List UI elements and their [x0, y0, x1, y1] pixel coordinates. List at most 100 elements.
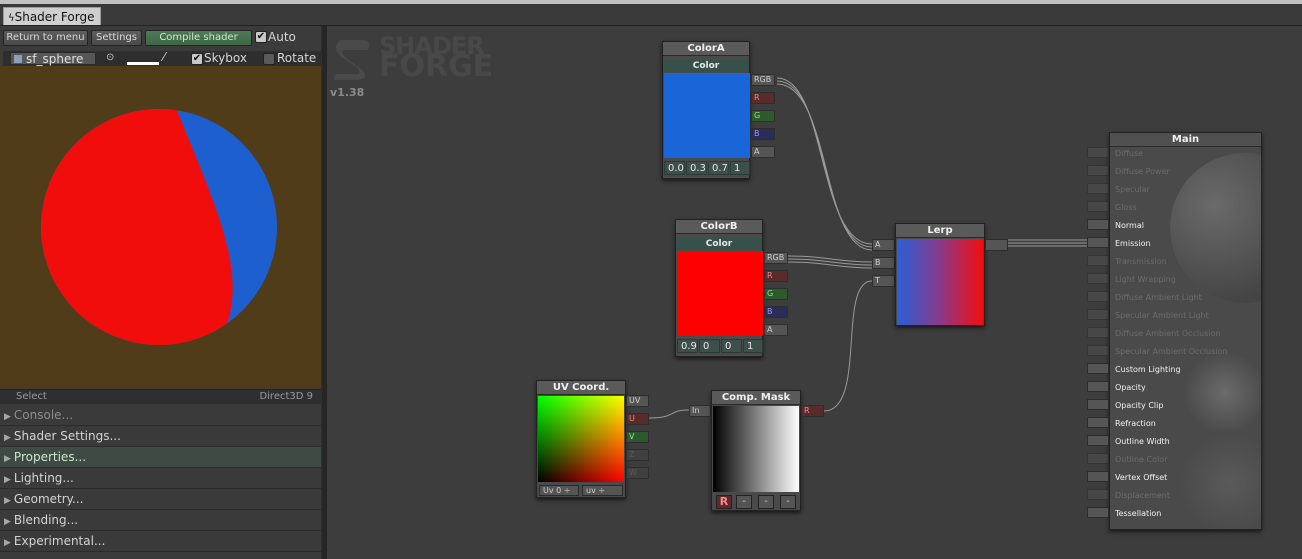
port-lerp-t[interactable]: T: [872, 275, 895, 287]
expand-triangle-icon: ▶: [4, 475, 11, 485]
main-input-port[interactable]: [1087, 309, 1109, 320]
port-r[interactable]: R: [764, 270, 788, 282]
main-input-port[interactable]: [1087, 381, 1109, 392]
section-lighting[interactable]: ▶ Lighting...: [0, 468, 321, 489]
port-a[interactable]: A: [751, 146, 775, 158]
section-label: Lighting...: [13, 471, 74, 485]
port-b[interactable]: B: [751, 128, 775, 140]
node-title: UV Coord.: [537, 381, 625, 395]
port-mask-out[interactable]: R: [801, 405, 824, 417]
value-b[interactable]: 0: [721, 339, 742, 353]
skybox-checkbox[interactable]: ✔: [191, 53, 203, 65]
main-input-port[interactable]: [1087, 345, 1109, 356]
return-to-menu-button[interactable]: Return to menu: [3, 30, 88, 46]
color-swatch[interactable]: [677, 251, 763, 336]
uv-mode-select[interactable]: uv ÷: [582, 485, 623, 496]
node-type-label: Color: [663, 60, 749, 72]
mesh-selector[interactable]: sf_sphere: [10, 52, 96, 66]
node-title[interactable]: ColorB: [676, 220, 762, 234]
main-input-label: Custom Lighting: [1115, 365, 1181, 374]
main-input-port[interactable]: [1087, 183, 1109, 194]
main-input-port[interactable]: [1087, 453, 1109, 464]
channel-b-button[interactable]: -: [758, 495, 774, 509]
port-r[interactable]: R: [751, 92, 775, 104]
main-input-port[interactable]: [1087, 291, 1109, 302]
value-r[interactable]: 0.9: [677, 339, 698, 353]
port-a[interactable]: A: [764, 324, 788, 336]
section-properties[interactable]: ▶ Properties...: [0, 447, 321, 468]
window-tab[interactable]: ϟShader Forge: [3, 7, 102, 26]
channel-g-button[interactable]: -: [736, 495, 752, 509]
main-input-port[interactable]: [1087, 201, 1109, 212]
main-input-port[interactable]: [1087, 471, 1109, 482]
light-target-icon[interactable]: ⊙: [106, 52, 114, 63]
eyedropper-icon[interactable]: ⁄: [163, 50, 165, 64]
main-input-port[interactable]: [1087, 363, 1109, 374]
node-title[interactable]: ColorA: [663, 42, 749, 56]
port-lerp-output[interactable]: [985, 239, 1008, 251]
port-uv[interactable]: UV: [626, 395, 649, 407]
auto-checkbox[interactable]: ✔: [255, 31, 267, 43]
main-input-port[interactable]: [1087, 489, 1109, 500]
node-canvas[interactable]: SHADER FORGE v1.38 ColorA Color 0.0 0.3 …: [327, 26, 1302, 559]
port-g[interactable]: G: [751, 110, 775, 122]
main-input-port[interactable]: [1087, 147, 1109, 158]
port-mask-in[interactable]: In: [689, 405, 711, 417]
node-type-label: Color: [676, 238, 762, 250]
section-console[interactable]: ▶ Console...: [0, 405, 321, 426]
main-preview-sphere: [1170, 153, 1261, 303]
port-w: W: [626, 467, 649, 479]
port-g[interactable]: G: [764, 288, 788, 300]
value-a[interactable]: 1: [730, 161, 750, 175]
section-geometry[interactable]: ▶ Geometry...: [0, 489, 321, 510]
port-z: Z: [626, 449, 649, 461]
node-uv-coord[interactable]: UV Coord. Uv 0 ÷ uv ÷: [536, 380, 626, 498]
main-input-port[interactable]: [1087, 219, 1109, 230]
main-input-port[interactable]: [1087, 399, 1109, 410]
main-input-port[interactable]: [1087, 273, 1109, 284]
shader-preview[interactable]: [0, 66, 321, 388]
channel-r-button[interactable]: R: [716, 495, 732, 509]
main-input-label: Outline Color: [1115, 455, 1168, 464]
light-color-swatch[interactable]: [127, 62, 159, 65]
main-input-port[interactable]: [1087, 165, 1109, 176]
value-g[interactable]: 0.3: [686, 161, 707, 175]
main-input-port[interactable]: [1087, 237, 1109, 248]
node-component-mask[interactable]: Comp. Mask R - - -: [711, 390, 801, 511]
node-color-b[interactable]: ColorB Color 0.9 0 0 1: [675, 219, 763, 357]
compile-shader-button[interactable]: Compile shader: [145, 30, 252, 46]
settings-button[interactable]: Settings: [91, 30, 142, 46]
value-g[interactable]: 0: [699, 339, 720, 353]
color-swatch[interactable]: [664, 73, 750, 158]
value-b[interactable]: 0.7: [708, 161, 729, 175]
port-v[interactable]: V: [626, 431, 649, 443]
main-input-port[interactable]: [1087, 417, 1109, 428]
leaves-icon: [1170, 433, 1261, 529]
section-shader-settings[interactable]: ▶ Shader Settings...: [0, 426, 321, 447]
port-lerp-b[interactable]: B: [872, 257, 895, 269]
main-input-label: Normal: [1115, 221, 1144, 230]
node-lerp[interactable]: Lerp: [895, 223, 985, 326]
main-input-port[interactable]: [1087, 435, 1109, 446]
select-label[interactable]: Select: [16, 391, 47, 402]
main-input-port[interactable]: [1087, 507, 1109, 518]
port-rgb[interactable]: RGB: [751, 74, 775, 86]
port-b[interactable]: B: [764, 306, 788, 318]
uv-channel-select[interactable]: Uv 0 ÷: [539, 485, 579, 496]
port-lerp-a[interactable]: A: [872, 239, 895, 251]
port-u[interactable]: U: [626, 413, 649, 425]
main-input-label: Specular Ambient Light: [1115, 311, 1209, 320]
port-rgb[interactable]: RGB: [764, 252, 788, 264]
channel-a-button[interactable]: -: [780, 495, 796, 509]
main-input-port[interactable]: [1087, 327, 1109, 338]
section-blending[interactable]: ▶ Blending...: [0, 510, 321, 531]
node-color-a[interactable]: ColorA Color 0.0 0.3 0.7 1: [662, 41, 750, 179]
main-input-label: Refraction: [1115, 419, 1156, 428]
skybox-label: Skybox: [204, 51, 247, 65]
value-r[interactable]: 0.0: [664, 161, 685, 175]
main-input-label: Displacement: [1115, 491, 1170, 500]
rotate-checkbox[interactable]: [263, 53, 275, 65]
section-experimental[interactable]: ▶ Experimental...: [0, 531, 321, 552]
main-input-port[interactable]: [1087, 255, 1109, 266]
value-a[interactable]: 1: [743, 339, 763, 353]
